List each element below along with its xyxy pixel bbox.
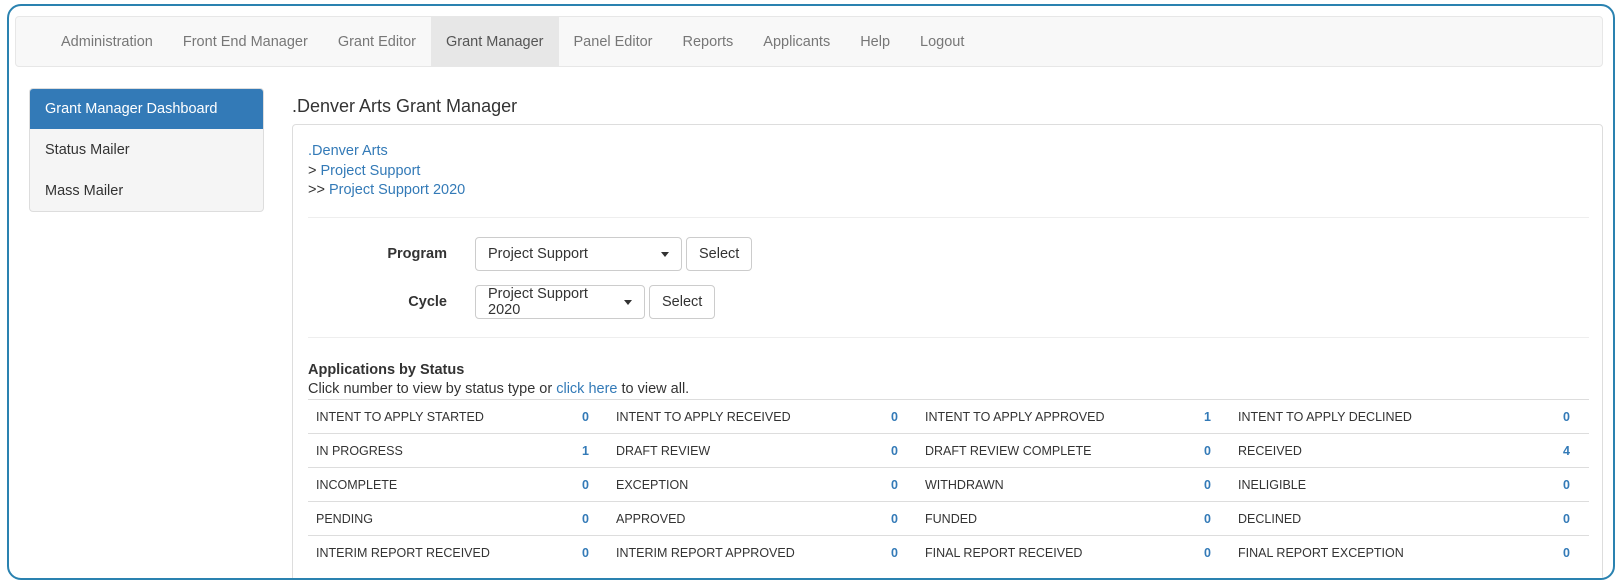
app-frame: Administration Front End Manager Grant E… [7,4,1615,580]
status-label: WITHDRAWN [917,467,1196,502]
status-count-link[interactable]: 0 [1196,433,1230,468]
breadcrumb-link-organization[interactable]: .Denver Arts [308,143,388,159]
status-count-link[interactable]: 0 [574,467,608,502]
status-label: PENDING [308,501,574,536]
nav-grant-editor[interactable]: Grant Editor [323,17,431,66]
status-count-link[interactable]: 0 [1555,467,1589,502]
table-row: IN PROGRESS 1 DRAFT REVIEW 0 DRAFT REVIEW CO… [308,433,1589,468]
cycle-row: Cycle Project Support 2020 Select [308,285,716,319]
status-label: IN PROGRESS [308,433,574,468]
status-label: INELIGIBLE [1230,467,1555,502]
breadcrumb-prefix-level2: > [308,162,317,179]
status-count-link[interactable]: 0 [883,501,917,536]
status-count-link[interactable]: 0 [574,501,608,536]
chevron-down-icon [624,299,632,305]
status-count-link[interactable]: 4 [1555,433,1589,468]
status-table: INTENT TO APPLY STARTED 0 INTENT TO APPLY … [308,399,1589,570]
status-label: FUNDED [917,501,1196,536]
sidebar-item-mass-mailer[interactable]: Mass Mailer [30,170,263,211]
breadcrumb: .Denver Arts > Project Support >> Projec… [308,142,465,201]
view-all-link[interactable]: click here [556,381,617,397]
divider [308,217,1589,218]
status-label: DRAFT REVIEW COMPLETE [917,433,1196,468]
status-count-link[interactable]: 1 [574,433,608,468]
status-label: INTERIM REPORT RECEIVED [308,535,574,570]
page-title: .Denver Arts Grant Manager [292,96,518,116]
applications-by-status-heading: Applications by Status [308,362,465,378]
breadcrumb-link-cycle[interactable]: Project Support 2020 [329,182,465,198]
status-label: FINAL REPORT RECEIVED [917,535,1196,570]
chevron-down-icon [661,251,669,257]
breadcrumb-prefix-level3: >> [308,182,325,198]
program-select-button[interactable]: Select [686,237,753,271]
main-panel: .Denver Arts > Project Support >> Projec… [292,124,1603,578]
nav-administration[interactable]: Administration [46,17,168,66]
help-text-suffix: to view all. [621,381,690,397]
status-label: APPROVED [608,501,883,536]
status-label: DRAFT REVIEW [608,433,883,468]
program-row: Program Project Support Select [308,237,753,271]
status-count-link[interactable]: 0 [1555,399,1589,434]
nav-reports[interactable]: Reports [668,17,749,66]
cycle-select-button[interactable]: Select [649,285,716,319]
table-row: INTENT TO APPLY STARTED 0 INTENT TO APPLY … [308,399,1589,434]
status-count-link[interactable]: 0 [1196,501,1230,536]
status-count-link[interactable]: 0 [1555,535,1589,570]
status-count-link[interactable]: 0 [1196,535,1230,570]
divider [308,337,1589,338]
sidebar-item-status-mailer[interactable]: Status Mailer [30,129,263,170]
cycle-select[interactable]: Project Support 2020 [475,285,645,319]
top-navbar: Administration Front End Manager Grant E… [15,16,1603,67]
status-label: INTENT TO APPLY DECLINED [1230,399,1555,434]
status-label: INTENT TO APPLY STARTED [308,399,574,434]
status-label: INTENT TO APPLY APPROVED [917,399,1196,434]
status-count-link[interactable]: 0 [1555,501,1589,536]
applications-help-text: Click number to view by status type or c… [308,381,689,397]
status-count-link[interactable]: 0 [1196,467,1230,502]
status-label: INTERIM REPORT APPROVED [608,535,883,570]
sidebar-item-grant-manager-dashboard[interactable]: Grant Manager Dashboard [30,89,263,129]
status-label: INCOMPLETE [308,467,574,502]
program-label: Program [387,246,447,262]
status-label: EXCEPTION [608,467,883,502]
breadcrumb-link-program[interactable]: Project Support [321,163,421,179]
nav-help[interactable]: Help [845,17,905,66]
table-row: INCOMPLETE 0 EXCEPTION 0 WITHDRAWN 0 INELIGIBL… [308,467,1589,502]
status-count-link[interactable]: 0 [574,535,608,570]
table-row: PENDING 0 APPROVED 0 FUNDED 0 DECLINED 0 [308,501,1589,536]
status-label: DECLINED [1230,501,1555,536]
status-label: INTENT TO APPLY RECEIVED [608,399,883,434]
sidebar: Grant Manager Dashboard Status Mailer Ma… [29,88,264,212]
table-row: INTERIM REPORT RECEIVED 0 INTERIM REPORT A… [308,535,1589,570]
status-label: RECEIVED [1230,433,1555,468]
help-text-prefix: Click number to view by status type or [308,381,553,397]
nav-front-end-manager[interactable]: Front End Manager [168,17,323,66]
program-select-value: Project Support [488,246,588,262]
nav-applicants[interactable]: Applicants [748,17,845,66]
status-count-link[interactable]: 1 [1196,399,1230,434]
status-count-link[interactable]: 0 [574,399,608,434]
cycle-label: Cycle [408,294,447,310]
status-count-link[interactable]: 0 [883,467,917,502]
status-count-link[interactable]: 0 [883,399,917,434]
nav-logout[interactable]: Logout [905,17,979,66]
program-select[interactable]: Project Support [475,237,682,271]
nav-panel-editor[interactable]: Panel Editor [559,17,668,66]
status-count-link[interactable]: 0 [883,535,917,570]
status-count-link[interactable]: 0 [883,433,917,468]
cycle-select-value: Project Support 2020 [488,286,588,318]
status-label: FINAL REPORT EXCEPTION [1230,535,1555,570]
nav-grant-manager[interactable]: Grant Manager [430,17,559,66]
